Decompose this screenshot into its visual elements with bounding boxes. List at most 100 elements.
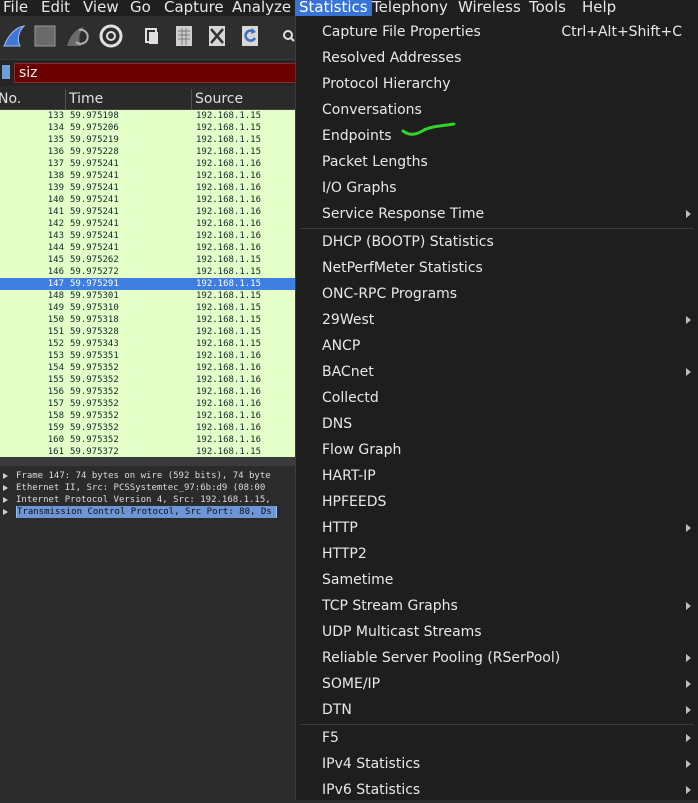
expand-arrow-icon[interactable] [3, 509, 8, 515]
column-divider[interactable] [191, 89, 192, 109]
menu-help[interactable]: Help [582, 0, 616, 17]
menu-item-dhcp-bootp-statistics[interactable]: DHCP (BOOTP) Statistics [296, 229, 698, 255]
menu-statistics[interactable]: Statistics [295, 0, 372, 17]
menu-item-onc-rpc-programs[interactable]: ONC-RPC Programs [296, 281, 698, 307]
menu-item-hpfeeds[interactable]: HPFEEDS [296, 489, 698, 515]
table-row[interactable]: 142 59.975241 192.168.1.16 [0, 218, 298, 230]
menu-item-http2[interactable]: HTTP2 [296, 541, 698, 567]
table-row[interactable]: 153 59.975351 192.168.1.16 [0, 350, 298, 362]
tree-item-label: Internet Protocol Version 4, Src: 192.16… [16, 495, 271, 505]
display-filter-input[interactable]: siz [14, 63, 298, 83]
table-row[interactable]: 147 59.975291 192.168.1.15 [0, 278, 298, 290]
menu-item-endpoints[interactable]: Endpoints [296, 123, 698, 149]
table-row[interactable]: 134 59.975206 192.168.1.15 [0, 122, 298, 134]
pane-splitter[interactable] [0, 457, 298, 466]
restart-icon[interactable] [63, 22, 91, 50]
table-row[interactable]: 139 59.975241 192.168.1.16 [0, 182, 298, 194]
menu-item-resolved-addresses[interactable]: Resolved Addresses [296, 45, 698, 71]
table-row[interactable]: 156 59.975352 192.168.1.16 [0, 386, 298, 398]
shark-fin-icon[interactable] [2, 22, 30, 50]
table-row[interactable]: 145 59.975262 192.168.1.15 [0, 254, 298, 266]
packet-time-cell: 59.975352 [70, 423, 119, 433]
file-save-icon[interactable] [170, 22, 198, 50]
table-row[interactable]: 161 59.975372 192.168.1.15 [0, 446, 298, 457]
column-header-source[interactable]: Source [195, 90, 243, 108]
menu-item-dtn[interactable]: DTN [296, 697, 698, 723]
table-row[interactable]: 138 59.975241 192.168.1.16 [0, 170, 298, 182]
menu-item-protocol-hierarchy[interactable]: Protocol Hierarchy [296, 71, 698, 97]
menu-item-tcp-stream-graphs[interactable]: TCP Stream Graphs [296, 593, 698, 619]
table-row[interactable]: 152 59.975343 192.168.1.15 [0, 338, 298, 350]
table-row[interactable]: 140 59.975241 192.168.1.16 [0, 194, 298, 206]
menu-item-udp-multicast-streams[interactable]: UDP Multicast Streams [296, 619, 698, 645]
menu-go[interactable]: Go [130, 0, 151, 17]
menu-item-dns[interactable]: DNS [296, 411, 698, 437]
menu-file[interactable]: File [3, 0, 28, 17]
column-divider[interactable] [65, 89, 66, 109]
menu-item-collectd[interactable]: Collectd [296, 385, 698, 411]
filter-bookmark-icon[interactable] [2, 65, 10, 79]
table-row[interactable]: 133 59.975198 192.168.1.15 [0, 110, 298, 122]
menu-item-ipv4-statistics[interactable]: IPv4 Statistics [296, 751, 698, 777]
table-row[interactable]: 151 59.975328 192.168.1.15 [0, 326, 298, 338]
table-row[interactable]: 137 59.975241 192.168.1.16 [0, 158, 298, 170]
table-row[interactable]: 146 59.975272 192.168.1.15 [0, 266, 298, 278]
tree-item[interactable]: Frame 147: 74 bytes on wire (592 bits), … [0, 470, 298, 482]
menu-item-conversations[interactable]: Conversations [296, 97, 698, 123]
expand-arrow-icon[interactable] [3, 473, 8, 479]
expand-arrow-icon[interactable] [3, 485, 8, 491]
menu-item-netperfmeter-statistics[interactable]: NetPerfMeter Statistics [296, 255, 698, 281]
table-row[interactable]: 154 59.975352 192.168.1.16 [0, 362, 298, 374]
menu-bar: File Edit View Go Capture Analyze Statis… [0, 0, 698, 17]
menu-item-bacnet[interactable]: BACnet [296, 359, 698, 385]
menu-item-http[interactable]: HTTP [296, 515, 698, 541]
table-row[interactable]: 157 59.975352 192.168.1.16 [0, 398, 298, 410]
menu-item-sametime[interactable]: Sametime [296, 567, 698, 593]
capture-options-icon[interactable] [97, 22, 125, 50]
menu-item-packet-lengths[interactable]: Packet Lengths [296, 149, 698, 175]
column-header-no[interactable]: No. [0, 90, 21, 108]
packet-time-cell: 59.975206 [70, 123, 119, 133]
menu-item-f5[interactable]: F5 [296, 725, 698, 751]
menu-item-flow-graph[interactable]: Flow Graph [296, 437, 698, 463]
menu-item-hart-ip[interactable]: HART-IP [296, 463, 698, 489]
packet-number-cell: 140 [47, 195, 64, 205]
menu-item-reliable-server-pooling-rserpool[interactable]: Reliable Server Pooling (RSerPool) [296, 645, 698, 671]
table-row[interactable]: 149 59.975310 192.168.1.15 [0, 302, 298, 314]
menu-telephony[interactable]: Telephony [372, 0, 448, 17]
table-row[interactable]: 150 59.975318 192.168.1.15 [0, 314, 298, 326]
table-row[interactable]: 158 59.975352 192.168.1.16 [0, 410, 298, 422]
stop-icon[interactable] [31, 22, 59, 50]
menu-wireless[interactable]: Wireless [458, 0, 521, 17]
table-row[interactable]: 135 59.975219 192.168.1.15 [0, 134, 298, 146]
menu-item-some-ip[interactable]: SOME/IP [296, 671, 698, 697]
table-row[interactable]: 136 59.975228 192.168.1.15 [0, 146, 298, 158]
menu-edit[interactable]: Edit [41, 0, 70, 17]
table-row[interactable]: 155 59.975352 192.168.1.16 [0, 374, 298, 386]
menu-item-ipv6-statistics[interactable]: IPv6 Statistics [296, 777, 698, 803]
tree-item[interactable]: Ethernet II, Src: PCSSystemtec_97:6b:d9 … [0, 482, 298, 494]
column-header-time[interactable]: Time [69, 90, 103, 108]
menu-tools[interactable]: Tools [529, 0, 566, 17]
table-row[interactable]: 160 59.975352 192.168.1.16 [0, 434, 298, 446]
table-row[interactable]: 144 59.975241 192.168.1.16 [0, 242, 298, 254]
menu-item-service-response-time[interactable]: Service Response Time [296, 201, 698, 227]
table-row[interactable]: 148 59.975301 192.168.1.15 [0, 290, 298, 302]
menu-view[interactable]: View [83, 0, 119, 17]
expand-arrow-icon[interactable] [3, 497, 8, 503]
tree-item-label: Ethernet II, Src: PCSSystemtec_97:6b:d9 … [16, 483, 266, 493]
tree-item[interactable]: Internet Protocol Version 4, Src: 192.16… [0, 494, 298, 506]
close-file-icon[interactable] [203, 22, 231, 50]
reload-icon[interactable] [236, 22, 264, 50]
table-row[interactable]: 159 59.975352 192.168.1.16 [0, 422, 298, 434]
menu-item-i-o-graphs[interactable]: I/O Graphs [296, 175, 698, 201]
tree-item[interactable]: Transmission Control Protocol, Src Port:… [0, 506, 298, 518]
menu-item-29west[interactable]: 29West [296, 307, 698, 333]
menu-analyze[interactable]: Analyze [232, 0, 291, 17]
menu-item-ancp[interactable]: ANCP [296, 333, 698, 359]
table-row[interactable]: 143 59.975241 192.168.1.16 [0, 230, 298, 242]
table-row[interactable]: 141 59.975241 192.168.1.16 [0, 206, 298, 218]
open-file-icon[interactable] [138, 22, 166, 50]
menu-capture[interactable]: Capture [164, 0, 224, 17]
menu-item-capture-file-properties[interactable]: Capture File Properties Ctrl+Alt+Shift+C [296, 19, 698, 45]
